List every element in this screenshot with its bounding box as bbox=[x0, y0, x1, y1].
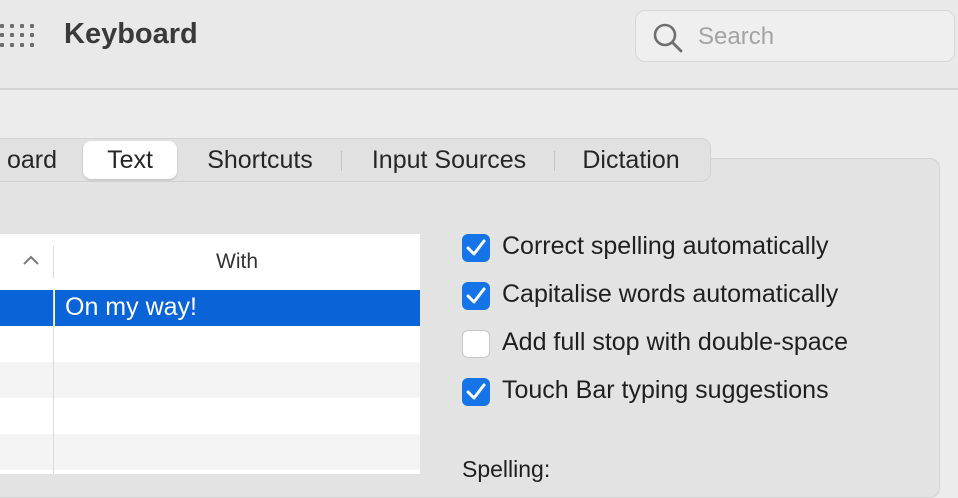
sort-ascending-icon[interactable] bbox=[22, 254, 40, 266]
option-label: Add full stop with double-space bbox=[502, 328, 849, 356]
option-label: Touch Bar typing suggestions bbox=[502, 376, 829, 404]
option-label: Capitalise words automatically bbox=[502, 280, 839, 308]
table-header: With bbox=[0, 234, 420, 291]
table-row[interactable] bbox=[0, 434, 420, 470]
checkmark-icon bbox=[466, 383, 486, 400]
checkbox-correct-spelling[interactable] bbox=[462, 234, 490, 262]
table-cell-with: On my way! bbox=[65, 293, 197, 321]
replacement-table[interactable]: With On my way! bbox=[0, 234, 420, 474]
search-field[interactable] bbox=[635, 10, 955, 62]
table-row[interactable] bbox=[0, 398, 420, 434]
tab-dictation[interactable]: Dictation bbox=[565, 139, 697, 181]
checkbox-capitalise-words[interactable] bbox=[462, 282, 490, 310]
tab-separator bbox=[554, 151, 555, 171]
table-row[interactable] bbox=[0, 326, 420, 362]
tab-text[interactable]: Text bbox=[83, 141, 177, 179]
window-title: Keyboard bbox=[64, 18, 198, 50]
table-row[interactable] bbox=[0, 362, 420, 398]
spelling-label: Spelling: bbox=[462, 456, 551, 482]
column-header-with[interactable]: With bbox=[54, 234, 420, 290]
tab-input-sources[interactable]: Input Sources bbox=[353, 139, 545, 181]
checkbox-touch-bar-suggestions[interactable] bbox=[462, 378, 490, 406]
column-divider bbox=[53, 290, 54, 474]
tab-keyboard[interactable]: oard bbox=[1, 139, 63, 181]
search-input[interactable] bbox=[696, 19, 940, 55]
show-all-grid-icon[interactable] bbox=[0, 24, 36, 48]
tab-shortcuts[interactable]: Shortcuts bbox=[189, 139, 331, 181]
checkbox-full-stop[interactable] bbox=[462, 330, 490, 358]
search-icon bbox=[653, 23, 683, 53]
table-row[interactable]: On my way! bbox=[0, 290, 420, 326]
checkmark-icon bbox=[466, 239, 486, 256]
tab-separator bbox=[341, 151, 342, 171]
tab-bar: oard Text Shortcuts Input Sources Dictat… bbox=[0, 138, 711, 182]
title-bar: Keyboard bbox=[0, 0, 958, 90]
option-label: Correct spelling automatically bbox=[502, 232, 829, 260]
checkmark-icon bbox=[466, 287, 486, 304]
